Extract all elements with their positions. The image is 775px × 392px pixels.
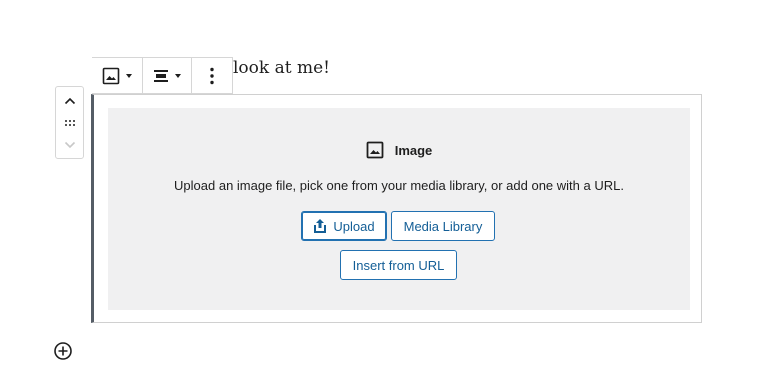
placeholder-label: Image	[108, 141, 690, 159]
drag-handle[interactable]	[56, 113, 83, 133]
chevron-up-icon	[64, 97, 76, 105]
block-type-button[interactable]	[92, 58, 143, 93]
move-down-button[interactable]	[56, 135, 83, 155]
image-icon	[102, 67, 120, 85]
media-library-button[interactable]: Media Library	[391, 211, 495, 241]
block-toolbar	[92, 57, 233, 94]
plus-circle-icon	[53, 341, 73, 361]
align-button[interactable]	[143, 58, 192, 93]
more-options-button[interactable]	[192, 58, 231, 93]
drag-handle-icon	[64, 120, 75, 126]
placeholder-instructions: Upload an image file, pick one from your…	[174, 178, 624, 193]
align-center-icon	[153, 69, 169, 83]
upload-icon	[313, 218, 333, 234]
move-up-button[interactable]	[56, 91, 83, 111]
paragraph-text[interactable]: look at me!	[233, 57, 330, 79]
block-mover	[55, 86, 84, 159]
image-icon	[366, 141, 395, 159]
upload-button[interactable]: Upload	[301, 211, 387, 241]
block-inserter-button[interactable]	[53, 341, 73, 361]
upload-label: Upload	[333, 218, 375, 234]
chevron-down-icon	[126, 73, 132, 78]
more-vertical-icon	[209, 67, 214, 85]
chevron-down-icon	[175, 73, 181, 78]
insert-from-url-button[interactable]: Insert from URL	[340, 250, 457, 280]
media-library-label: Media Library	[403, 218, 483, 234]
placeholder-title: Image	[394, 142, 433, 158]
insert-from-url-label: Insert from URL	[352, 257, 445, 273]
image-block[interactable]: Image Upload an image file, pick one fro…	[91, 94, 702, 323]
image-placeholder: Image Upload an image file, pick one fro…	[108, 108, 690, 310]
chevron-down-icon	[64, 141, 76, 149]
